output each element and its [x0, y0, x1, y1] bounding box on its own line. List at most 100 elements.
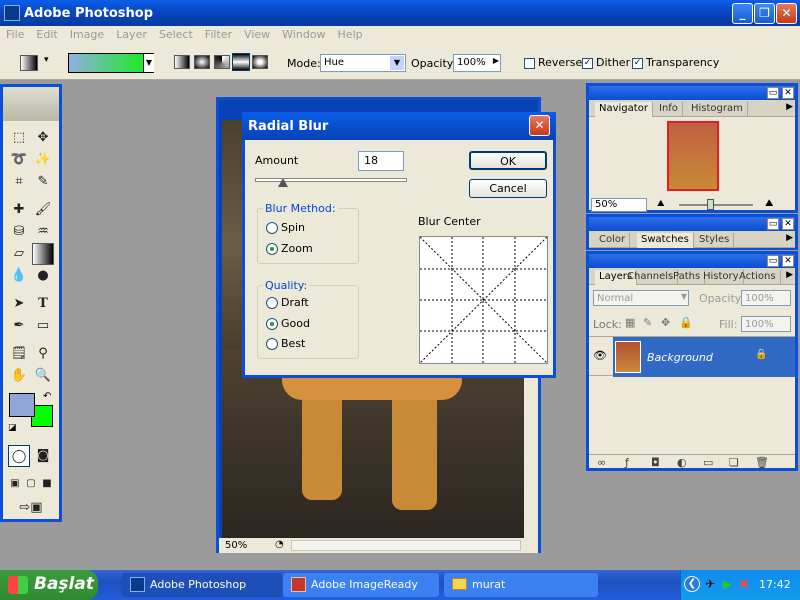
jump-to-imageready-icon[interactable]: ⇨▣ [8, 497, 54, 519]
menu-view[interactable]: View [238, 26, 276, 41]
transparency-checkbox[interactable]: ✓ Transparency [632, 56, 719, 69]
quick-mask-mode-icon[interactable]: ◙ [32, 445, 54, 467]
rectangle-tool-icon[interactable]: ▭ [32, 315, 54, 337]
layer-style-icon[interactable]: ƒ [625, 456, 629, 469]
network-icon[interactable]: ✈ [705, 577, 715, 591]
lock-position-icon[interactable]: ✥ [661, 316, 670, 329]
horizontal-scrollbar[interactable] [291, 540, 521, 551]
menu-layer[interactable]: Layer [110, 26, 153, 41]
media-play-icon[interactable]: ▶ [723, 577, 732, 591]
lasso-tool-icon[interactable]: ➰ [8, 149, 30, 171]
menu-window[interactable]: Window [276, 26, 331, 41]
link-layers-icon[interactable]: ∞ [597, 456, 606, 469]
blur-tool-icon[interactable]: 💧 [8, 265, 30, 287]
gradient-tool-active-icon[interactable] [32, 243, 54, 265]
menu-help[interactable]: Help [332, 26, 369, 41]
dodge-tool-icon[interactable]: ● [32, 265, 54, 287]
lock-image-icon[interactable]: ✎ [643, 316, 652, 329]
zoom-out-icon[interactable]: ⛰ [657, 199, 665, 209]
tab-styles[interactable]: Styles [695, 233, 735, 248]
panel-menu-icon[interactable]: ▶ [786, 270, 793, 280]
clone-stamp-tool-icon[interactable]: ⛁ [8, 221, 30, 243]
menu-filter[interactable]: Filter [199, 26, 238, 41]
menu-file[interactable]: File [0, 26, 30, 41]
restore-button[interactable]: ❐ [754, 3, 775, 24]
dither-checkbox[interactable]: ✓ Dither [582, 56, 630, 69]
adjustment-layer-icon[interactable]: ◐ [677, 456, 687, 469]
type-tool-icon[interactable]: T [32, 293, 54, 315]
ok-button[interactable]: OK [469, 151, 547, 170]
layer-mask-icon[interactable]: ◘ [651, 456, 660, 469]
start-button[interactable]: Başlat [0, 570, 98, 600]
lock-transparency-icon[interactable]: ▦ [625, 316, 635, 329]
navigator-thumbnail[interactable] [667, 121, 719, 191]
crop-tool-icon[interactable]: ⌗ [8, 171, 30, 193]
task-adobe-imageready[interactable]: Adobe ImageReady [283, 573, 439, 597]
eye-visibility-icon[interactable]: 👁 [593, 349, 607, 362]
screen-mode-full-icon[interactable]: ■ [38, 473, 56, 495]
tab-color[interactable]: Color [595, 233, 631, 248]
dialog-close-button[interactable]: ✕ [529, 115, 550, 136]
eyedropper-tool-icon[interactable]: ⚲ [32, 343, 54, 365]
zoom-slider-thumb[interactable] [707, 199, 714, 210]
close-panel-icon[interactable]: ✕ [782, 218, 794, 230]
linear-gradient-icon[interactable] [174, 55, 190, 69]
tab-swatches[interactable]: Swatches [637, 233, 694, 248]
fill-field[interactable]: 100% [741, 316, 791, 332]
task-adobe-photoshop[interactable]: Adobe Photoshop [122, 573, 282, 597]
draft-radio[interactable]: Draft [266, 296, 309, 309]
panel-menu-icon[interactable]: ▶ [786, 233, 793, 243]
hand-tool-icon[interactable]: ✋ [8, 365, 30, 387]
tab-actions[interactable]: Actions [735, 270, 781, 285]
swap-colors-icon[interactable]: ↶ [43, 391, 51, 402]
best-radio[interactable]: Best [266, 337, 305, 350]
minimize-button[interactable]: _ [732, 3, 753, 24]
reflected-gradient-icon[interactable] [232, 53, 250, 71]
minimize-panel-icon[interactable]: ▭ [767, 218, 779, 230]
history-brush-tool-icon[interactable]: ♒ [32, 221, 54, 243]
tool-preset-arrow-icon[interactable]: ▾ [44, 55, 49, 65]
new-group-icon[interactable]: ▭ [703, 456, 713, 469]
path-selection-tool-icon[interactable]: ➤ [8, 293, 30, 315]
navigator-zoom-slider[interactable] [679, 204, 753, 206]
minimize-panel-icon[interactable]: ▭ [767, 255, 779, 267]
move-tool-icon[interactable]: ✥ [32, 127, 54, 149]
panel-menu-icon[interactable]: ▶ [786, 102, 793, 112]
minimize-panel-icon[interactable]: ▭ [767, 87, 779, 99]
new-layer-icon[interactable]: ❏ [729, 456, 739, 469]
foreground-color-swatch[interactable] [9, 393, 35, 417]
lock-all-icon[interactable]: 🔒 [679, 316, 693, 329]
zoom-in-icon[interactable]: ⛰ [765, 198, 773, 209]
slice-tool-icon[interactable]: ✎ [32, 171, 54, 193]
tab-histogram[interactable]: Histogram [687, 102, 748, 117]
cancel-button[interactable]: Cancel [469, 179, 547, 198]
angle-gradient-icon[interactable] [214, 55, 230, 69]
antivirus-icon[interactable]: ✖ [739, 577, 749, 591]
tab-navigator[interactable]: Navigator [595, 102, 653, 117]
close-button[interactable]: ✕ [776, 3, 797, 24]
tab-info[interactable]: Info [655, 102, 683, 117]
navigator-zoom-field[interactable]: 50% [591, 198, 647, 212]
amount-input[interactable]: 18 [358, 151, 404, 171]
show-hidden-icons-icon[interactable]: ❮ [684, 576, 700, 592]
task-murat-folder[interactable]: murat [444, 573, 598, 597]
gradient-picker-arrow-icon[interactable]: ▼ [143, 54, 154, 72]
layer-opacity-field[interactable]: 100% [741, 290, 791, 306]
blend-mode-select[interactable]: Normal ▼ [593, 290, 689, 306]
zoom-radio[interactable]: Zoom [266, 242, 313, 255]
opacity-field[interactable]: 100% ▶ [453, 54, 501, 72]
gradient-tool-icon[interactable] [20, 55, 38, 71]
menu-select[interactable]: Select [153, 26, 199, 41]
marquee-tool-icon[interactable]: ⬚ [8, 127, 30, 149]
delete-layer-icon[interactable]: 🗑 [755, 456, 769, 469]
notes-tool-icon[interactable]: 🗒 [8, 343, 30, 365]
brush-tool-icon[interactable]: 🖌 [32, 199, 54, 221]
eraser-tool-icon[interactable]: ▱ [8, 243, 30, 265]
pen-tool-icon[interactable]: ✒ [8, 315, 30, 337]
menu-edit[interactable]: Edit [30, 26, 63, 41]
reverse-checkbox[interactable]: Reverse [524, 56, 582, 69]
spin-radio[interactable]: Spin [266, 221, 305, 234]
radial-gradient-icon[interactable] [194, 55, 210, 69]
layer-row-background[interactable]: 👁 Background 🔒 [589, 336, 795, 377]
good-radio[interactable]: Good [266, 317, 310, 330]
